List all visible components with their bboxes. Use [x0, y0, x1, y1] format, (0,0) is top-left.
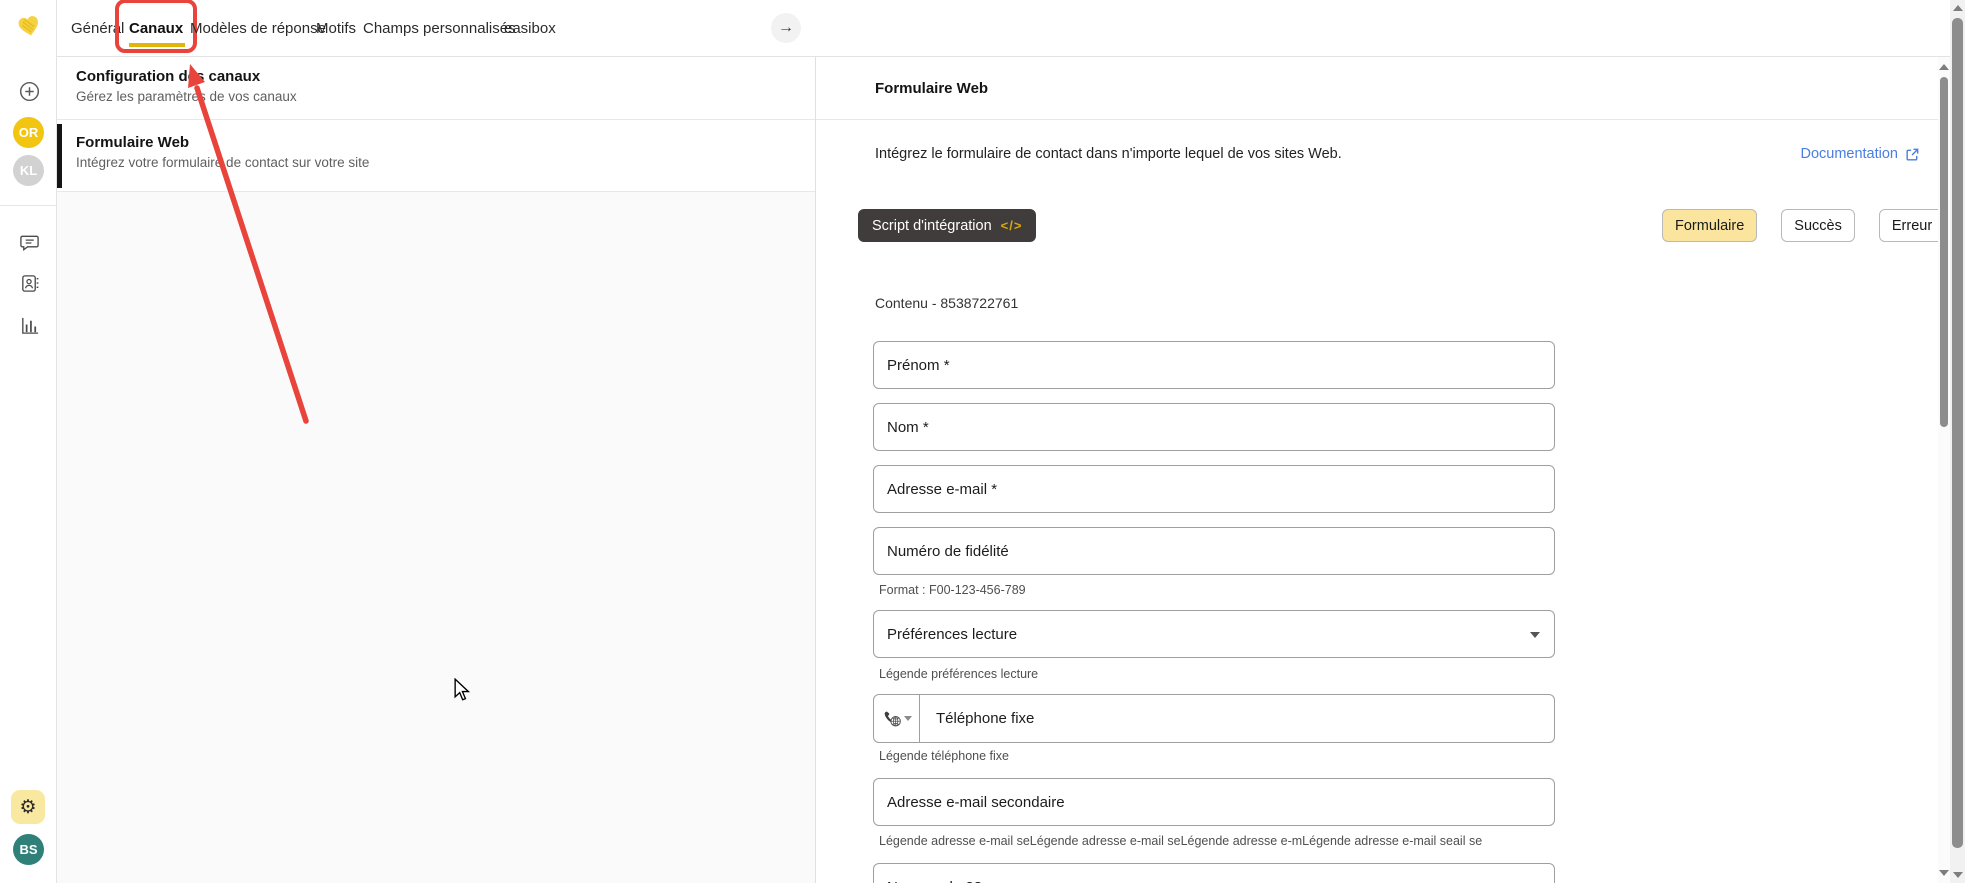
address-book-icon — [19, 273, 40, 294]
chevron-down-icon — [1530, 632, 1540, 638]
panel-main-divider — [815, 0, 816, 883]
documentation-link[interactable]: Documentation — [1800, 146, 1920, 162]
formulaire-web-main: Formulaire Web Intégrez le formulaire de… — [816, 57, 1938, 883]
avatar-bs[interactable]: BS — [13, 834, 44, 865]
field-adresse-email[interactable]: Adresse e-mail * — [873, 465, 1555, 513]
arrow-right-icon: → — [778, 19, 794, 37]
helper-email-secondaire: Légende adresse e-mail seLégende adresse… — [879, 834, 1482, 848]
window-scrollbar-thumb[interactable] — [1952, 18, 1963, 848]
field-numero-fidelite[interactable]: Numéro de fidélité — [873, 527, 1555, 575]
panel-item-title: Configuration des canaux — [76, 68, 799, 85]
settings-topbar: Général Canaux Modèles de réponse Motifs… — [57, 0, 1965, 57]
panel-item-formulaire-web[interactable]: Formulaire Web Intégrez votre formulaire… — [57, 120, 815, 192]
tab-champs-personnalises[interactable]: Champs personnalisés — [363, 0, 516, 57]
preview-tab-erreur[interactable]: Erreur — [1879, 209, 1945, 242]
content-scrollbar-thumb[interactable] — [1940, 77, 1948, 427]
analytics-button[interactable] — [18, 314, 40, 336]
script-integration-button[interactable]: Script d'intégration </> — [858, 209, 1036, 242]
main-header: Formulaire Web — [816, 57, 1938, 120]
chevron-down-icon — [904, 716, 912, 721]
scroll-up-icon[interactable] — [1953, 5, 1963, 11]
tab-modeles-de-reponse[interactable]: Modèles de réponse — [190, 0, 326, 57]
icon-rail: OR KL ⚙ BS — [0, 0, 57, 883]
page-title: Formulaire Web — [875, 80, 988, 97]
helper-format: Format : F00-123-456-789 — [879, 583, 1026, 597]
intro-row: Intégrez le formulaire de contact dans n… — [816, 120, 1938, 188]
field-email-secondaire[interactable]: Adresse e-mail secondaire — [873, 778, 1555, 826]
helper-telephone-fixe: Légende téléphone fixe — [879, 749, 1009, 763]
field-prenom[interactable]: Prénom * — [873, 341, 1555, 389]
helper-preferences-lecture: Légende préférences lecture — [879, 667, 1038, 681]
tab-motifs[interactable]: Motifs — [316, 0, 356, 57]
field-telephone-fixe[interactable]: Téléphone fixe — [873, 694, 1555, 743]
panel-item-subtitle: Intégrez votre formulaire de contact sur… — [76, 155, 799, 170]
external-link-icon — [1905, 147, 1920, 162]
tabs-scroll-right-button[interactable]: → — [771, 13, 801, 43]
scroll-down-icon[interactable] — [1953, 872, 1963, 878]
plus-circle-icon — [19, 81, 40, 102]
avatar-kl[interactable]: KL — [13, 155, 44, 186]
bar-chart-icon — [19, 315, 40, 336]
active-tab-underline — [129, 43, 185, 47]
window-scrollbar[interactable] — [1950, 0, 1965, 883]
panel-item-title: Formulaire Web — [76, 134, 799, 151]
content-scrollbar[interactable] — [1938, 57, 1950, 883]
code-icon: </> — [1001, 218, 1023, 233]
contacts-button[interactable] — [18, 272, 40, 294]
field-preferences-lecture-select[interactable]: Préférences lecture — [873, 610, 1555, 658]
tab-easibox[interactable]: easibox — [504, 0, 556, 57]
scroll-down-icon[interactable] — [1939, 870, 1949, 876]
preview-tab-succes[interactable]: Succès — [1781, 209, 1855, 242]
avatar-or[interactable]: OR — [13, 117, 44, 148]
settings-button[interactable]: ⚙ — [11, 790, 45, 824]
content-id-label: Contenu - 8538722761 — [875, 295, 1018, 311]
intro-text: Intégrez le formulaire de contact dans n… — [875, 146, 1342, 162]
field-partial-bottom[interactable]: Numero de 23 — [873, 863, 1555, 883]
add-button[interactable] — [18, 80, 40, 102]
phone-globe-icon — [882, 709, 902, 729]
panel-empty-area — [57, 192, 815, 883]
gear-icon: ⚙ — [19, 796, 36, 819]
tab-canaux[interactable]: Canaux — [129, 0, 183, 57]
field-nom[interactable]: Nom * — [873, 403, 1555, 451]
settings-app-window: OR KL ⚙ BS — [0, 0, 1965, 883]
panel-item-configuration-canaux[interactable]: Configuration des canaux Gérez les param… — [57, 57, 815, 120]
panel-item-subtitle: Gérez les paramètres de vos canaux — [76, 89, 799, 104]
phone-country-selector[interactable] — [874, 695, 920, 742]
channels-panel: Configuration des canaux Gérez les param… — [57, 57, 815, 883]
rail-divider — [0, 205, 56, 206]
scroll-up-icon[interactable] — [1939, 64, 1949, 70]
conversations-button[interactable] — [18, 231, 40, 253]
tab-general[interactable]: Général — [71, 0, 124, 57]
chat-bubble-icon — [19, 232, 40, 253]
app-logo-heart-icon[interactable] — [15, 12, 43, 40]
preview-tab-group: Formulaire Succès Erreur — [1662, 209, 1945, 242]
preview-tab-formulaire[interactable]: Formulaire — [1662, 209, 1757, 242]
